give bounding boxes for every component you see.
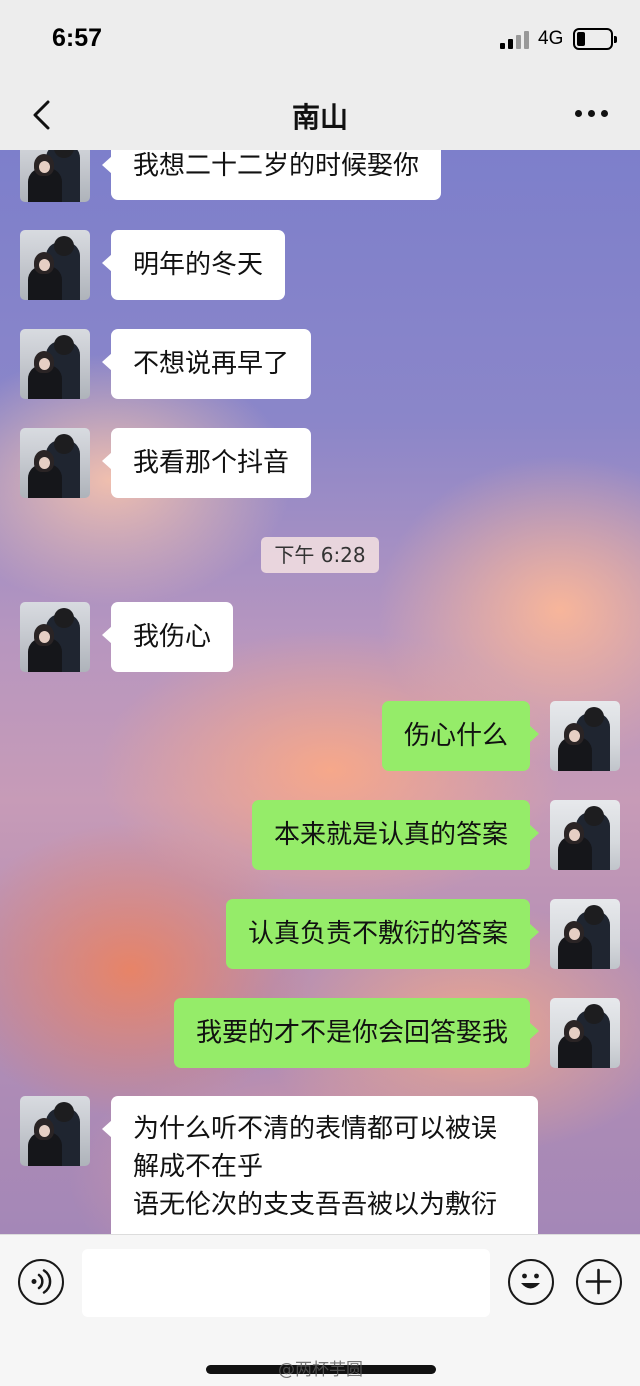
message-bubble-sent[interactable]: 我要的才不是你会回答娶我 — [173, 998, 540, 1068]
message-bubble-received[interactable]: 我想二十二岁的时候娶你 — [101, 150, 442, 200]
message-bubble-sent[interactable]: 伤心什么 — [381, 701, 540, 771]
my-avatar[interactable] — [550, 800, 620, 870]
message-timestamp: 下午 6:28 — [261, 537, 379, 573]
more-options-icon[interactable] — [575, 110, 611, 120]
message-bubble-sent[interactable]: 本来就是认真的答案 — [251, 800, 540, 870]
plus-icon — [585, 1268, 612, 1295]
message-bubble-received[interactable]: 为什么听不清的表情都可以被误解成不在乎 语无伦次的支支吾吾被以为敷衍 — [102, 1096, 538, 1234]
my-avatar[interactable] — [550, 899, 620, 969]
message-bubble-received[interactable]: 不想说再早了 — [101, 329, 312, 399]
network-type: 4G — [538, 28, 564, 49]
contact-avatar[interactable] — [20, 428, 90, 498]
input-bar: @两杯芋圆 — [0, 1234, 640, 1386]
smiley-icon — [521, 1273, 540, 1289]
my-avatar[interactable] — [550, 701, 620, 771]
message-bubble-sent[interactable]: 认真负责不敷衍的答案 — [225, 899, 540, 969]
signal-strength-icon — [500, 31, 532, 49]
battery-icon — [573, 28, 617, 50]
contact-avatar[interactable] — [20, 329, 90, 399]
contact-avatar[interactable] — [20, 1096, 90, 1166]
contact-avatar[interactable] — [20, 602, 90, 672]
message-bubble-received[interactable]: 我看那个抖音 — [101, 428, 312, 498]
status-bar: 6:57 4G — [0, 0, 640, 80]
chat-header: 南山 — [0, 80, 640, 150]
message-bubble-received[interactable]: 明年的冬天 — [101, 230, 286, 300]
my-avatar[interactable] — [550, 998, 620, 1068]
voice-input-button[interactable] — [18, 1259, 64, 1305]
chat-title: 南山 — [291, 101, 348, 134]
status-time: 6:57 — [52, 24, 103, 52]
contact-avatar[interactable] — [20, 230, 90, 300]
message-bubble-received[interactable]: 我伤心 — [101, 602, 234, 672]
contact-avatar[interactable] — [20, 150, 90, 202]
message-input[interactable] — [82, 1249, 490, 1317]
chat-background: 我想二十二岁的时候娶你 明年的冬天 不想说再早了 我看那个抖音 我伤心 伤心什么 — [0, 150, 640, 1234]
watermark: @两杯芋圆 — [278, 1360, 363, 1380]
voice-icon — [31, 1269, 52, 1294]
more-functions-button[interactable] — [576, 1259, 622, 1305]
emoji-button[interactable] — [508, 1259, 554, 1305]
